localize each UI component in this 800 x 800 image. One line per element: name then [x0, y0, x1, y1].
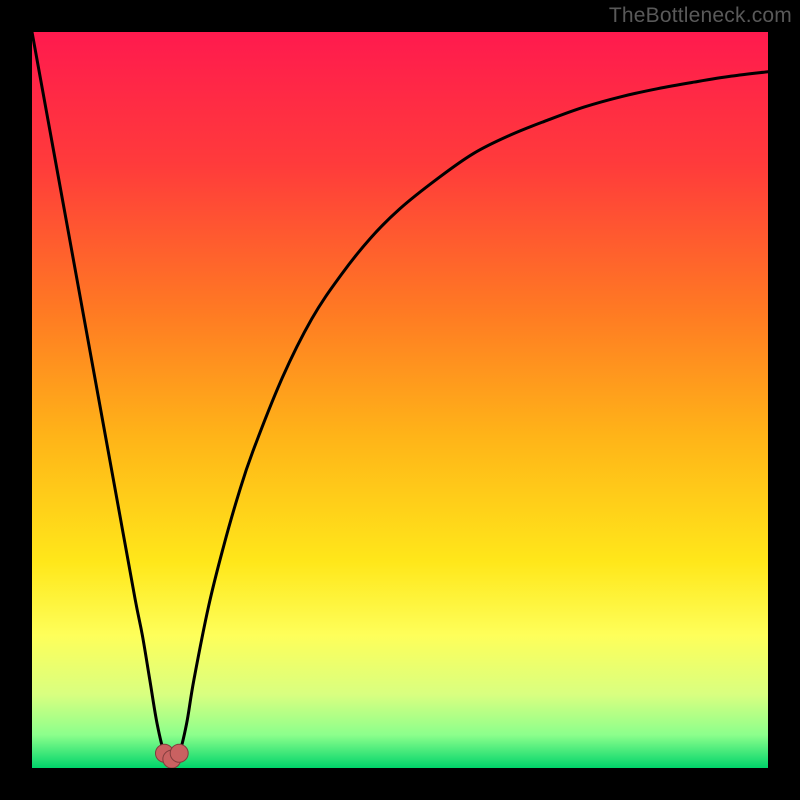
chart-frame: TheBottleneck.com	[0, 0, 800, 800]
gradient-rect	[32, 32, 768, 768]
trough-marker	[170, 744, 188, 762]
plot-area	[32, 32, 768, 768]
watermark-text: TheBottleneck.com	[609, 4, 792, 28]
chart-svg	[32, 32, 768, 768]
